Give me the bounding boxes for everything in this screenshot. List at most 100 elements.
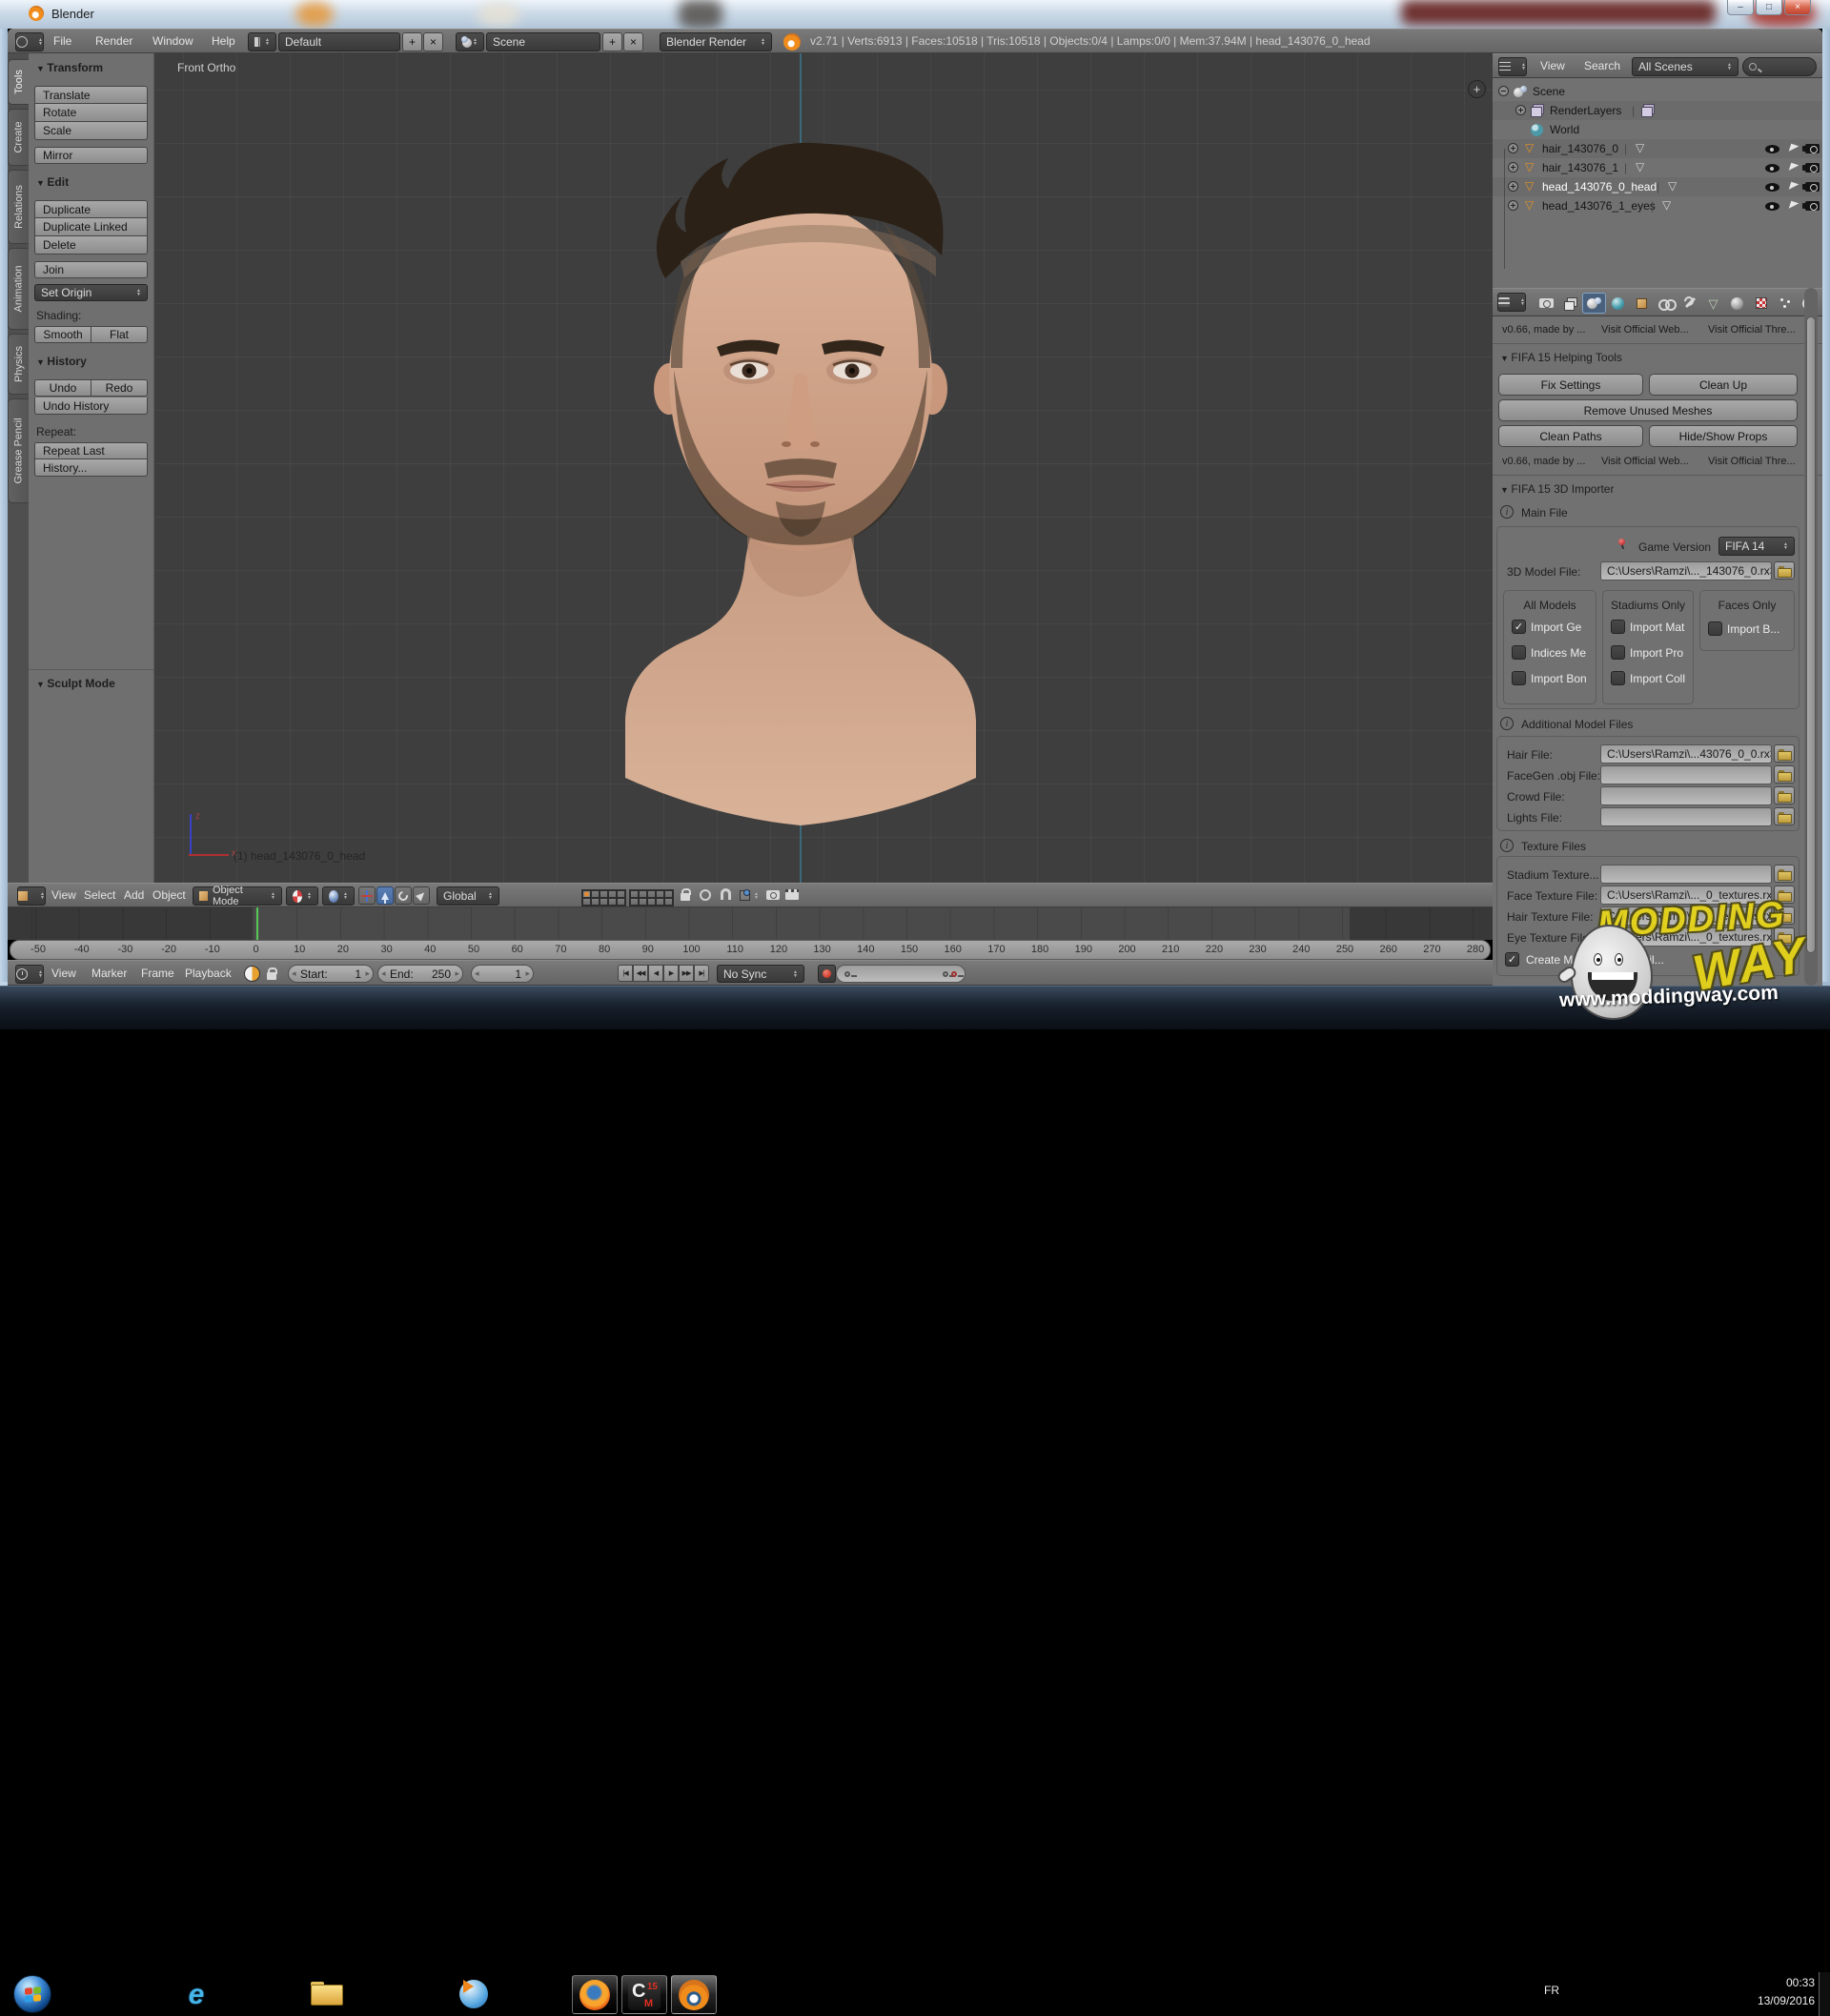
browse-folder-button[interactable] — [1774, 906, 1795, 925]
visibility-eye-icon[interactable] — [1765, 164, 1779, 173]
outliner-editor-selector[interactable] — [1498, 57, 1527, 76]
vp-menu-view[interactable]: View — [51, 888, 76, 902]
tab-relations[interactable]: Relations — [8, 170, 29, 244]
import-bon-checkbox[interactable] — [1512, 671, 1526, 685]
blender-taskbar-button[interactable] — [671, 1975, 717, 2014]
browse-folder-button[interactable] — [1774, 886, 1795, 904]
create-material-checkbox[interactable] — [1505, 952, 1519, 967]
layer-cell[interactable] — [664, 890, 673, 898]
panel-header-history[interactable]: History — [36, 355, 87, 368]
mirror-button[interactable]: Mirror — [34, 147, 148, 164]
current-frame-field[interactable]: 1 — [471, 965, 534, 983]
renderability-camera-icon[interactable] — [1805, 144, 1820, 153]
tl-menu-view[interactable]: View — [51, 967, 76, 980]
layer-cell[interactable] — [617, 890, 625, 898]
vp-menu-object[interactable]: Object — [152, 888, 186, 902]
tab-grease-pencil[interactable]: Grease Pencil — [8, 398, 29, 503]
timeline-editor-selector[interactable] — [15, 965, 44, 984]
clock-date[interactable]: 13/09/2016 — [1729, 1994, 1815, 2007]
outliner-row-hair1[interactable]: ▽ hair_143076_1 | ▽ ◤ — [1493, 158, 1822, 177]
panel-header-importer[interactable]: FIFA 15 3D Importer — [1500, 482, 1614, 496]
checkbox-label[interactable]: Import Ge — [1531, 621, 1581, 634]
panel-header-sculpt-mode[interactable]: Sculpt Mode — [36, 677, 115, 690]
outliner-item-label[interactable]: World — [1550, 123, 1579, 136]
repeat-last-button[interactable]: Repeat Last — [34, 442, 148, 459]
undo-button[interactable]: Undo — [34, 379, 92, 397]
history-button[interactable]: History... — [34, 459, 148, 477]
addon-version-link[interactable]: v0.66, made by ... — [1502, 324, 1585, 336]
browse-folder-button[interactable] — [1774, 744, 1795, 763]
official-web-link[interactable]: Visit Official Web... — [1601, 456, 1689, 467]
remove-unused-meshes-button[interactable]: Remove Unused Meshes — [1498, 399, 1798, 421]
outliner-row-world[interactable]: World — [1493, 120, 1822, 139]
language-indicator[interactable]: FR — [1544, 1984, 1559, 1997]
properties-editor-selector[interactable] — [1497, 293, 1526, 312]
visibility-eye-icon[interactable] — [1765, 183, 1779, 192]
layer-cell[interactable] — [656, 898, 664, 906]
game-version-dropdown[interactable]: FIFA 14 — [1718, 537, 1795, 556]
rotate-button[interactable]: Rotate — [34, 104, 148, 122]
close-button[interactable]: × — [1784, 0, 1811, 15]
checkbox-label[interactable]: Indices Me — [1531, 646, 1586, 660]
menu-file[interactable]: File — [53, 34, 71, 48]
tab-create[interactable]: Create — [8, 109, 29, 166]
outliner-item-label-selected[interactable]: head_143076_0_head — [1542, 180, 1657, 193]
tab-data[interactable]: ▽ — [1701, 293, 1725, 314]
expand-icon[interactable] — [1508, 181, 1518, 192]
outliner-menu-search[interactable]: Search — [1584, 59, 1620, 72]
import-coll-checkbox[interactable] — [1611, 671, 1625, 685]
show-desktop-button[interactable] — [1819, 1972, 1830, 2016]
panel-header-helping-tools[interactable]: FIFA 15 Helping Tools — [1500, 351, 1622, 364]
outliner-search-field[interactable] — [1742, 57, 1817, 76]
editor-type-selector[interactable] — [15, 32, 44, 51]
vp-menu-add[interactable]: Add — [124, 888, 144, 902]
visibility-eye-icon[interactable] — [1765, 202, 1779, 211]
outliner-row-eyes[interactable]: ▽ head_143076_1_eyes | ▽ ◤ — [1493, 196, 1822, 215]
browse-folder-button[interactable] — [1774, 807, 1795, 825]
visibility-eye-icon[interactable] — [1765, 145, 1779, 153]
tab-render-layers[interactable] — [1558, 293, 1582, 314]
layer-cell[interactable] — [647, 890, 656, 898]
layer-cell[interactable] — [600, 898, 608, 906]
checkbox-label[interactable]: Import Pro — [1630, 646, 1683, 660]
renderability-camera-icon[interactable] — [1805, 201, 1820, 211]
shading-dropdown[interactable] — [286, 886, 318, 906]
windows-explorer-icon[interactable] — [311, 1982, 341, 2005]
renderability-camera-icon[interactable] — [1805, 163, 1820, 173]
chevron-updown-icon[interactable] — [754, 892, 759, 900]
end-frame-field[interactable]: End: 250 — [377, 965, 463, 983]
layer-cell[interactable] — [617, 898, 625, 906]
clean-paths-button[interactable]: Clean Paths — [1498, 425, 1643, 447]
delete-button[interactable]: Delete — [34, 236, 148, 255]
redo-button[interactable]: Redo — [92, 379, 148, 397]
facegen-file-field[interactable] — [1600, 765, 1772, 784]
tab-tools[interactable]: Tools — [8, 59, 29, 105]
lock-icon[interactable] — [681, 893, 690, 901]
selectability-cursor-icon[interactable]: ◤ — [1788, 179, 1800, 193]
menu-window[interactable]: Window — [152, 34, 193, 48]
selectability-cursor-icon[interactable]: ◤ — [1788, 198, 1800, 213]
menu-render[interactable]: Render — [95, 34, 132, 48]
translate-button[interactable]: Translate — [34, 86, 148, 104]
duplicate-button[interactable]: Duplicate — [34, 200, 148, 218]
addon-version-link[interactable]: v0.66, made by ... — [1502, 456, 1585, 467]
browse-folder-button[interactable] — [1774, 927, 1795, 946]
minimize-button[interactable]: – — [1727, 0, 1754, 15]
eye-texture-field[interactable]: C:\Users\Ramzi\..._0_textures.rx3 — [1600, 927, 1772, 947]
tab-physics[interactable]: Physics — [8, 334, 29, 395]
rotate-manipulator-button[interactable] — [395, 886, 412, 905]
set-origin-dropdown[interactable]: Set Origin — [34, 284, 148, 301]
manipulator-toggle[interactable] — [358, 886, 376, 905]
outliner-item-label[interactable]: RenderLayers — [1550, 104, 1621, 117]
delete-layout-button[interactable]: × — [423, 32, 443, 51]
checkbox-label[interactable]: Import B... — [1727, 622, 1779, 636]
import-ge-checkbox[interactable] — [1512, 620, 1526, 634]
firefox-taskbar-button[interactable] — [572, 1975, 618, 2014]
lock-icon[interactable] — [267, 972, 276, 980]
undo-history-button[interactable]: Undo History — [34, 397, 148, 415]
layer-cell[interactable] — [664, 898, 673, 906]
checkbox-label[interactable]: Import Mat — [1630, 621, 1684, 634]
browse-folder-button[interactable] — [1774, 786, 1795, 804]
scale-button[interactable]: Scale — [34, 122, 148, 140]
preview-range-icon[interactable] — [244, 966, 260, 982]
